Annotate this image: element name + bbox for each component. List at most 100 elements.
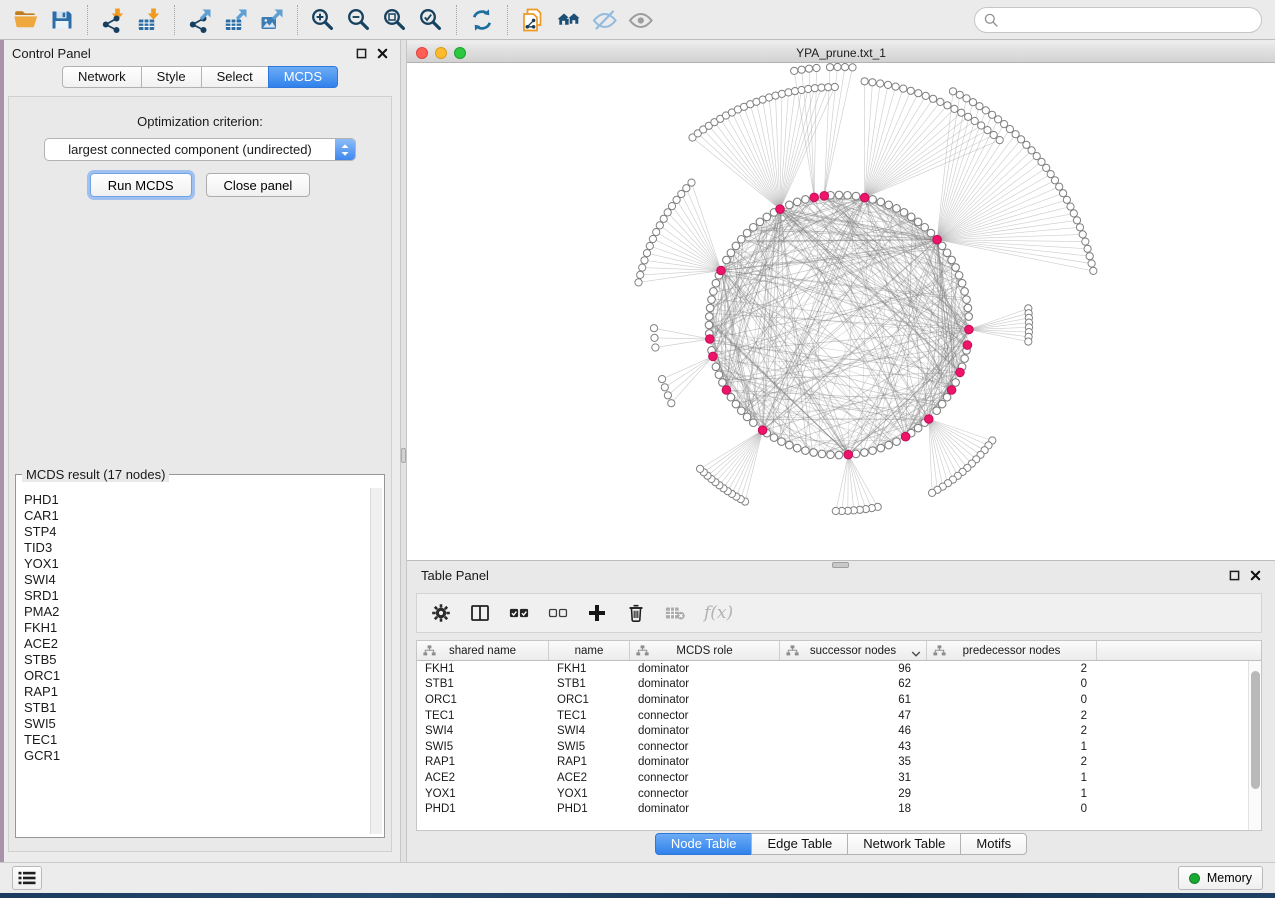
- network-node[interactable]: [1082, 238, 1089, 245]
- network-node[interactable]: [818, 84, 825, 91]
- network-node[interactable]: [743, 229, 751, 237]
- network-node[interactable]: [719, 379, 727, 387]
- horizontal-splitter-handle[interactable]: [832, 562, 849, 568]
- close-table-panel-icon[interactable]: [1250, 570, 1261, 581]
- network-node[interactable]: [653, 229, 660, 236]
- float-panel-icon[interactable]: [356, 48, 367, 59]
- mcds-dominator-node[interactable]: [963, 341, 972, 350]
- close-panel-icon[interactable]: [377, 48, 388, 59]
- network-node[interactable]: [785, 89, 792, 96]
- network-node[interactable]: [1088, 260, 1095, 267]
- network-node[interactable]: [952, 264, 960, 272]
- network-node[interactable]: [659, 376, 666, 383]
- mcds-result-list[interactable]: PHD1CAR1STP4TID3YOX1SWI4SRD1PMA2FKH1ACE2…: [19, 490, 368, 834]
- column-header-shared-name[interactable]: shared name: [417, 641, 549, 660]
- network-node[interactable]: [635, 279, 642, 286]
- mcds-result-item[interactable]: STB5: [24, 652, 368, 668]
- network-node[interactable]: [1060, 190, 1067, 197]
- export-image-button[interactable]: [254, 4, 290, 36]
- network-node[interactable]: [712, 279, 720, 287]
- network-node[interactable]: [1073, 217, 1080, 224]
- network-node[interactable]: [650, 325, 657, 332]
- import-table-button[interactable]: [131, 4, 167, 36]
- network-node[interactable]: [976, 103, 983, 110]
- network-node[interactable]: [961, 288, 969, 296]
- table-row[interactable]: FKH1FKH1dominator962: [417, 661, 1248, 677]
- network-node[interactable]: [922, 92, 929, 99]
- network-node[interactable]: [786, 441, 794, 449]
- network-node[interactable]: [664, 209, 671, 216]
- network-node[interactable]: [885, 441, 893, 449]
- network-node[interactable]: [892, 83, 899, 90]
- network-node[interactable]: [1025, 338, 1032, 345]
- mcds-result-item[interactable]: SWI4: [24, 572, 368, 588]
- network-node[interactable]: [971, 117, 978, 124]
- network-node[interactable]: [668, 203, 675, 210]
- zoom-selected-button[interactable]: [413, 4, 449, 36]
- network-node[interactable]: [810, 449, 818, 457]
- column-header-MCDS-role[interactable]: MCDS role: [630, 641, 780, 660]
- export-network-button[interactable]: [182, 4, 218, 36]
- mcds-dominator-node[interactable]: [925, 415, 934, 424]
- network-node[interactable]: [921, 224, 929, 232]
- search-input[interactable]: [1004, 13, 1252, 28]
- network-node[interactable]: [869, 447, 877, 455]
- network-node[interactable]: [727, 393, 735, 401]
- network-node[interactable]: [982, 107, 989, 114]
- network-node[interactable]: [877, 80, 884, 87]
- network-node[interactable]: [727, 249, 735, 257]
- column-header-name[interactable]: name: [549, 641, 630, 660]
- network-node[interactable]: [791, 67, 798, 74]
- network-node[interactable]: [965, 113, 972, 120]
- network-node[interactable]: [834, 63, 841, 70]
- network-node[interactable]: [738, 236, 746, 244]
- mcds-dominator-node[interactable]: [844, 450, 853, 459]
- network-node[interactable]: [965, 313, 973, 321]
- network-node[interactable]: [929, 489, 936, 496]
- network-node[interactable]: [798, 66, 805, 73]
- network-node[interactable]: [835, 451, 843, 459]
- close-panel-button[interactable]: Close panel: [206, 173, 311, 197]
- network-node[interactable]: [778, 438, 786, 446]
- network-node[interactable]: [805, 85, 812, 92]
- network-node[interactable]: [743, 413, 751, 421]
- apply-layout-button[interactable]: [464, 4, 500, 36]
- network-node[interactable]: [958, 279, 966, 287]
- network-node[interactable]: [649, 235, 656, 242]
- network-node[interactable]: [869, 79, 876, 86]
- splitter-handle[interactable]: [401, 448, 406, 463]
- delete-columns-button[interactable]: [626, 603, 646, 623]
- network-node[interactable]: [938, 400, 946, 408]
- tab-network-table[interactable]: Network Table: [847, 833, 961, 855]
- network-node[interactable]: [943, 393, 951, 401]
- network-node[interactable]: [827, 451, 835, 459]
- mcds-dominator-node[interactable]: [709, 352, 718, 361]
- mcds-dominator-node[interactable]: [776, 205, 785, 214]
- network-node[interactable]: [656, 222, 663, 229]
- mcds-dominator-node[interactable]: [947, 386, 956, 395]
- mcds-result-scrollbar[interactable]: [370, 488, 382, 834]
- network-node[interactable]: [914, 218, 922, 226]
- network-node[interactable]: [756, 218, 764, 226]
- network-node[interactable]: [664, 392, 671, 399]
- tab-network[interactable]: Network: [62, 66, 142, 88]
- network-node[interactable]: [949, 88, 956, 95]
- network-node[interactable]: [668, 400, 675, 407]
- network-node[interactable]: [915, 90, 922, 97]
- network-node[interactable]: [852, 192, 860, 200]
- network-node[interactable]: [893, 438, 901, 446]
- mcds-dominator-node[interactable]: [758, 426, 767, 435]
- network-node[interactable]: [961, 355, 969, 363]
- network-node[interactable]: [715, 371, 723, 379]
- network-node[interactable]: [1043, 164, 1050, 171]
- zoom-out-button[interactable]: [341, 4, 377, 36]
- tab-node-table[interactable]: Node Table: [655, 833, 753, 855]
- network-node[interactable]: [990, 131, 997, 138]
- export-table-button[interactable]: [218, 4, 254, 36]
- network-graph[interactable]: [407, 63, 1275, 560]
- network-node[interactable]: [948, 256, 956, 264]
- network-node[interactable]: [900, 209, 908, 217]
- save-session-button[interactable]: [44, 4, 80, 36]
- network-node[interactable]: [637, 271, 644, 278]
- network-node[interactable]: [802, 447, 810, 455]
